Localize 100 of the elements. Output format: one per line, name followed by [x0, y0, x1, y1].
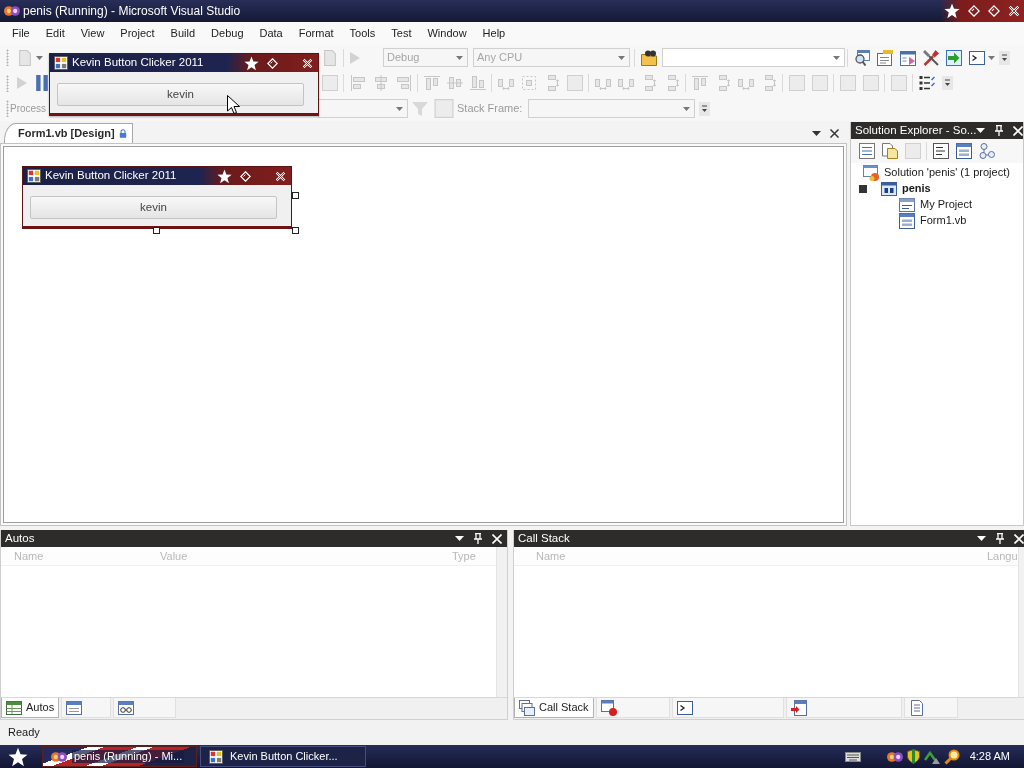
code-page-icon[interactable] [932, 143, 949, 159]
tool-window-tab[interactable] [785, 698, 902, 718]
menu-item[interactable]: Tools [341, 24, 384, 43]
form-title: Kevin Button Clicker 2011 [72, 56, 204, 70]
keyboard-icon[interactable] [844, 751, 861, 762]
tool-window-tab[interactable] [671, 698, 784, 718]
menu-item[interactable]: Test [383, 24, 420, 43]
overflow-icon[interactable] [699, 101, 711, 116]
panel-title: Solution Explorer - So... [855, 123, 977, 138]
resize-handle[interactable] [292, 192, 299, 199]
magnifier-icon[interactable] [943, 748, 960, 765]
menu-item[interactable]: Debug [203, 24, 252, 43]
shield-icon[interactable] [906, 749, 920, 764]
folder-icon[interactable] [640, 49, 657, 66]
star-icon [944, 3, 960, 19]
process-label: Process [10, 102, 47, 115]
menu-item[interactable]: View [72, 24, 113, 43]
diamond-icon[interactable] [267, 57, 278, 69]
tool-window-tab[interactable]: Autos [1, 698, 60, 718]
grid-icon [6, 699, 22, 716]
window-glasses-icon [118, 699, 135, 716]
documents-icon[interactable] [881, 143, 898, 159]
close-icon[interactable] [830, 129, 839, 138]
arrow-into-box-icon[interactable] [945, 49, 962, 66]
panel-title: Autos [5, 531, 35, 546]
caret-icon [456, 55, 463, 60]
connected-circles-icon[interactable] [978, 143, 995, 159]
caret-icon[interactable] [36, 55, 43, 60]
hammer-wrench-icon[interactable] [922, 49, 939, 66]
application-icon [54, 56, 68, 70]
diamond-icon[interactable] [240, 170, 251, 182]
menu-item[interactable]: Format [290, 24, 342, 43]
pin-icon[interactable] [994, 533, 1005, 544]
pin-icon[interactable] [994, 125, 1005, 136]
form-button[interactable]: kevin [30, 196, 277, 219]
menu-item[interactable]: Window [419, 24, 475, 43]
list-icon[interactable] [918, 75, 935, 91]
pin-icon[interactable] [473, 533, 483, 544]
tree-item[interactable]: My Project [851, 197, 1023, 213]
stacked-windows-icon [519, 699, 535, 716]
tree-item[interactable]: Solution 'penis' (1 project) [851, 165, 1023, 181]
overflow-icon[interactable] [942, 76, 953, 90]
toolbar-grip[interactable] [6, 74, 9, 92]
menu-item[interactable]: Data [251, 24, 291, 43]
toolbar-grip[interactable] [6, 49, 9, 66]
star-icon[interactable] [8, 746, 28, 767]
diamond-icon[interactable] [968, 5, 980, 17]
window-dot-icon [600, 699, 617, 716]
form-icon [899, 213, 915, 229]
logo-icon [51, 751, 67, 762]
tool-window-tab[interactable]: Call Stack [514, 698, 594, 718]
menu-item[interactable]: Build [162, 24, 204, 43]
toolbar-grip[interactable] [6, 100, 9, 117]
find-combo-field[interactable] [662, 48, 845, 67]
document-tab[interactable]: Form1.vb [Design] [4, 123, 133, 143]
close-icon[interactable] [302, 57, 313, 69]
dropdown-icon[interactable] [976, 128, 986, 133]
menu-item[interactable]: File [4, 24, 38, 43]
menu-item[interactable]: Help [474, 24, 514, 43]
lock-icon [118, 129, 127, 138]
magnifier-window-icon[interactable] [853, 49, 870, 66]
list-window-icon[interactable] [858, 143, 875, 159]
taskbar-button[interactable]: penis (Running) - Mi... [42, 746, 197, 767]
close-icon[interactable] [275, 170, 286, 182]
pause-icon[interactable] [33, 75, 50, 91]
rings-icon[interactable] [886, 751, 903, 762]
star-icon [244, 55, 259, 71]
dropdown-field[interactable] [318, 99, 408, 118]
form-icon[interactable] [955, 143, 972, 159]
clock: 4:28 AM [969, 749, 1010, 764]
vertical-scrollbar[interactable] [496, 547, 507, 697]
dropdown-icon[interactable] [455, 536, 464, 541]
diamond-icon[interactable] [988, 5, 1000, 17]
taskbar-button[interactable]: Kevin Button Clicker... [200, 746, 366, 767]
tree-item[interactable]: Form1.vb [851, 213, 1023, 229]
star-icon [217, 168, 232, 184]
tool-window-tab[interactable] [61, 698, 112, 718]
overflow-icon[interactable] [999, 50, 1010, 65]
caret-icon [618, 55, 625, 60]
console-icon[interactable] [968, 49, 985, 66]
tool-window-tab[interactable] [113, 698, 177, 718]
dropdown-icon[interactable] [976, 536, 986, 541]
caret-icon [833, 55, 840, 60]
tree-item[interactable]: penis [851, 181, 1023, 197]
tool-window-tab[interactable] [903, 698, 958, 718]
form-button[interactable]: kevin [57, 83, 304, 106]
caret-icon[interactable] [988, 55, 995, 60]
properties-page-icon[interactable] [876, 49, 893, 66]
window-icon [899, 197, 915, 213]
tool-window-tab[interactable] [595, 698, 670, 718]
menu-item[interactable]: Edit [37, 24, 73, 43]
resize-handle[interactable] [292, 227, 299, 234]
resize-handle[interactable] [153, 227, 160, 234]
status-text: Ready [8, 725, 40, 740]
close-icon[interactable] [1008, 5, 1020, 17]
caret-icon [683, 106, 691, 111]
dropdown-icon[interactable] [812, 131, 821, 136]
menu-item[interactable]: Project [112, 24, 163, 43]
caret-icon [396, 106, 403, 111]
console-icon [676, 699, 693, 716]
